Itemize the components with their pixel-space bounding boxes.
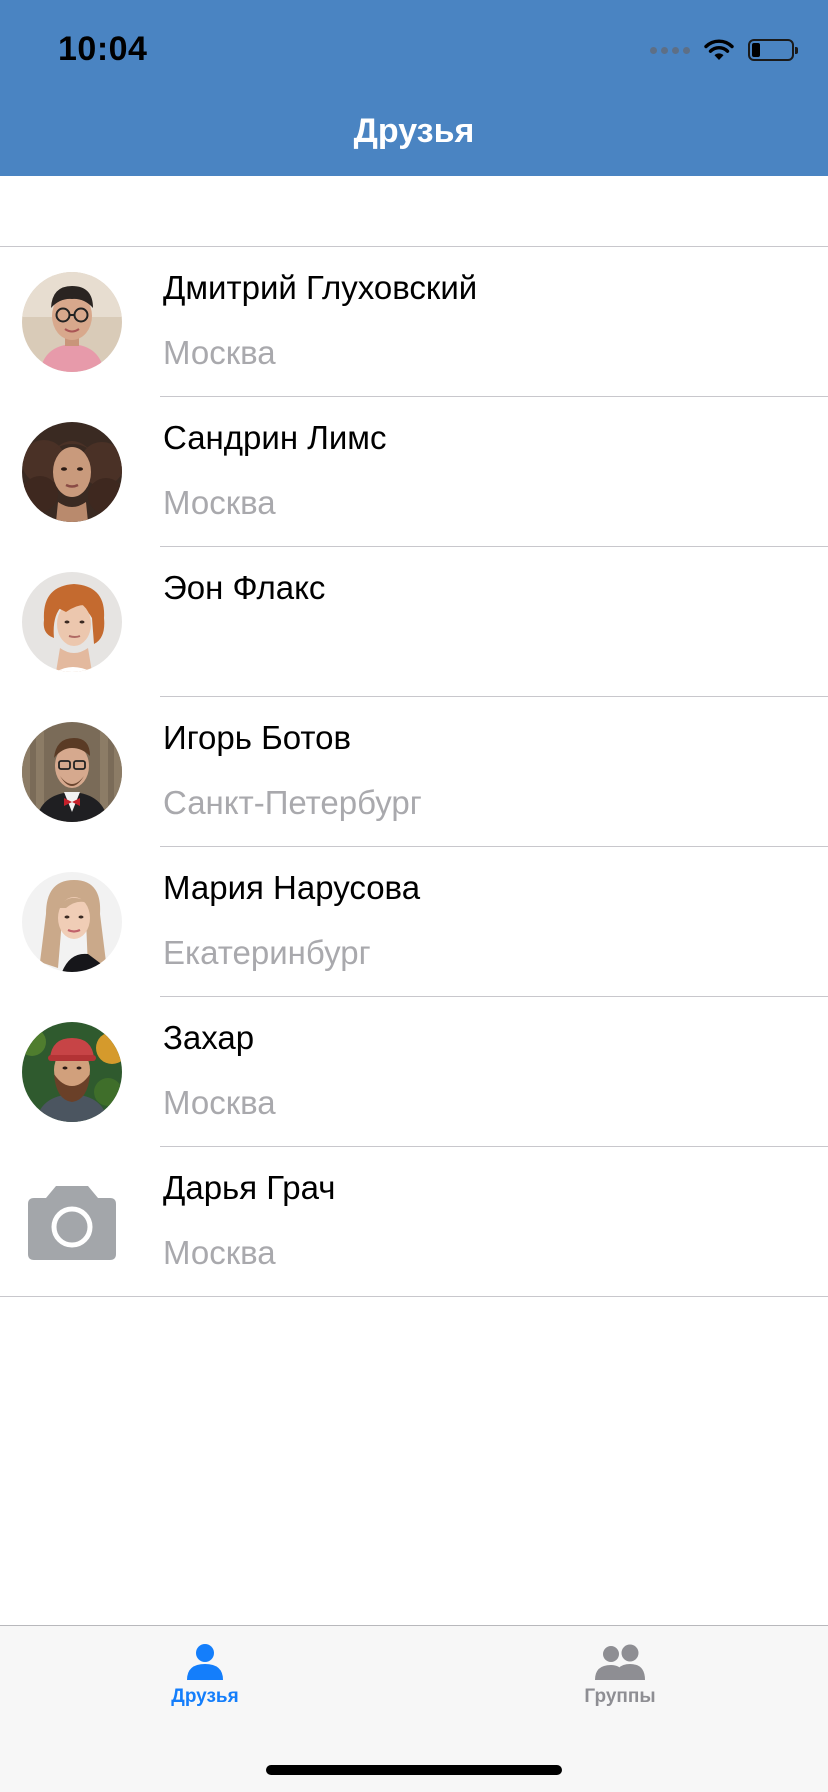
friend-row[interactable]: Мария Нарусова Екатеринбург	[0, 847, 828, 997]
tab-groups-label: Группы	[584, 1686, 656, 1707]
friend-row[interactable]: Эон Флакс	[0, 547, 828, 697]
friend-city: Санкт-Петербург	[163, 784, 422, 821]
group-icon	[595, 1644, 645, 1680]
status-indicators	[650, 34, 798, 66]
friend-city: Екатеринбург	[163, 934, 371, 971]
friend-name: Дмитрий Глуховский	[163, 269, 478, 306]
friend-row[interactable]: Игорь Ботов Санкт-Петербург	[0, 697, 828, 847]
wifi-icon	[704, 39, 734, 60]
friend-city: Москва	[163, 484, 276, 521]
avatar	[22, 872, 122, 972]
friend-name: Дарья Грач	[163, 1169, 336, 1206]
friend-name: Эон Флакс	[163, 569, 326, 606]
status-time: 10:04	[58, 30, 148, 68]
friends-screen: 10:04 Друзья Дмитрий Глуховский Москва С…	[0, 0, 828, 1792]
battery-icon	[748, 39, 798, 61]
cellular-signal-icon	[650, 46, 690, 54]
tab-friends[interactable]: Друзья	[105, 1642, 305, 1708]
avatar	[22, 572, 122, 672]
tab-friends-label: Друзья	[171, 1686, 239, 1707]
avatar	[22, 1022, 122, 1122]
friends-list: Дмитрий Глуховский Москва Сандрин Лимс М…	[0, 246, 828, 1297]
avatar	[22, 722, 122, 822]
friend-name: Мария Нарусова	[163, 869, 421, 906]
friend-row[interactable]: Сандрин Лимс Москва	[0, 397, 828, 547]
friend-name: Сандрин Лимс	[163, 419, 387, 456]
friend-name: Захар	[163, 1019, 255, 1056]
friend-city: Москва	[163, 334, 276, 371]
avatar	[22, 272, 122, 372]
friend-row[interactable]: Захар Москва	[0, 997, 828, 1147]
friend-name: Игорь Ботов	[163, 719, 352, 756]
friend-row[interactable]: Дмитрий Глуховский Москва	[0, 247, 828, 397]
camera-placeholder-icon	[22, 1172, 122, 1272]
person-icon	[187, 1644, 223, 1680]
home-indicator	[266, 1765, 562, 1775]
avatar	[22, 422, 122, 522]
friend-city: Москва	[163, 1084, 276, 1121]
page-title: Друзья	[353, 112, 475, 150]
tab-groups[interactable]: Группы	[520, 1642, 720, 1708]
friend-row[interactable]: Дарья Грач Москва	[0, 1147, 828, 1297]
friend-city: Москва	[163, 1234, 276, 1271]
header: 10:04 Друзья	[0, 0, 828, 176]
